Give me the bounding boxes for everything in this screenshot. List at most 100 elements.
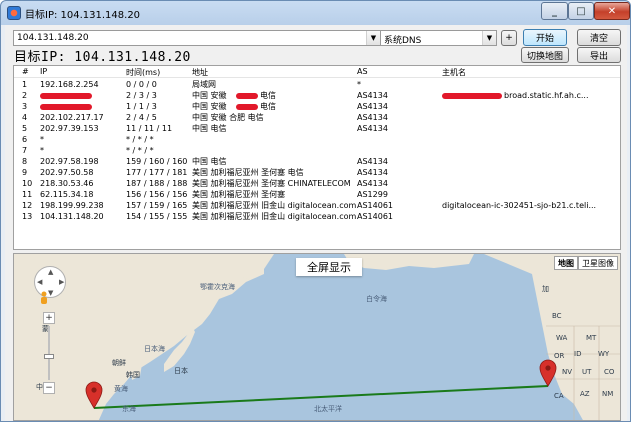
maximize-button[interactable]: □ <box>568 2 594 20</box>
label-nm: NM <box>602 390 614 398</box>
cell-time: 2 / 4 / 5 <box>126 113 157 122</box>
header-time[interactable]: 时间(ms) <box>126 67 160 78</box>
title-bar[interactable]: 目标IP: 104.131.148.20 _ □ ✕ <box>1 1 630 25</box>
cell-ip: 202.102.217.17 <box>40 113 104 122</box>
cell-num: 11 <box>22 190 33 199</box>
dns-select[interactable]: 系统DNS ▼ <box>380 30 497 46</box>
cell-address: 中国 安徽 <box>192 102 227 111</box>
cell-ip: 218.30.53.46 <box>40 179 94 188</box>
map-canvas <box>14 254 620 420</box>
table-header: # IP 时间(ms) 地址 AS 主机名 <box>14 66 620 78</box>
cell-num: 1 <box>22 80 28 89</box>
map-view[interactable]: 鄂霍次克海 白令海 日本海 日本 韩国 朝鲜 中国 黄海 东海 蒙 北太平洋 加… <box>13 253 621 421</box>
table-row[interactable]: 2 2 / 3 / 3 中国 安徽 AS4134 broad.static.hf.ah.… <box>14 90 620 101</box>
cell-ip: 198.199.99.238 <box>40 201 104 210</box>
cell-as: AS4134 <box>357 102 388 111</box>
cell-num: 7 <box>22 146 28 155</box>
chevron-down-icon[interactable]: ▼ <box>366 31 380 45</box>
label-korea: 韩国 <box>126 371 140 379</box>
pegman-icon[interactable] <box>39 291 49 307</box>
cell-address: 美国 加利福尼亚州 旧金山 digitalocean.com <box>192 201 357 210</box>
table-row[interactable]: 10 218.30.53.46 187 / 188 / 188 美国 加利福尼亚州 圣… <box>14 178 620 189</box>
pan-left-icon[interactable]: ◀ <box>37 278 42 286</box>
switch-map-button[interactable]: 切换地图 <box>521 47 569 63</box>
header-num[interactable]: # <box>22 67 29 76</box>
cell-as: AS4134 <box>357 168 388 177</box>
cell-num: 10 <box>22 179 33 188</box>
cell-num: 12 <box>22 201 33 210</box>
trace-table[interactable]: # IP 时间(ms) 地址 AS 主机名 1 192.168.2.254 0 / … <box>13 65 621 250</box>
label-az: AZ <box>580 390 590 398</box>
zoom-out-button[interactable]: − <box>43 382 55 394</box>
table-row[interactable]: 4 202.102.217.17 2 / 4 / 5 中国 安徽 合肥 电信 AS413… <box>14 112 620 123</box>
table-row[interactable]: 13 104.131.148.20 154 / 155 / 155 美国 加利福尼亚州… <box>14 211 620 222</box>
header-address[interactable]: 地址 <box>192 67 208 78</box>
target-ip-label: 目标IP: 104.131.148.20 <box>14 50 191 65</box>
cell-address-suffix: 电信 <box>260 91 276 100</box>
table-row[interactable]: 7 * * / * / * <box>14 145 620 156</box>
cell-as: AS4134 <box>357 91 388 100</box>
header-ip[interactable]: IP <box>40 67 47 76</box>
cell-address: 美国 加利福尼亚州 圣何塞 电信 <box>192 168 304 177</box>
cell-address: 美国 加利福尼亚州 圣何塞 CHINATELECOM <box>192 179 351 188</box>
pan-up-icon[interactable]: ▲ <box>48 268 53 276</box>
redaction-mark <box>236 93 258 99</box>
alaska-land <box>344 254 474 270</box>
redaction-mark <box>236 104 258 110</box>
label-sea-okhotsk: 鄂霍次克海 <box>200 283 235 291</box>
zoom-slider-track[interactable] <box>48 326 50 380</box>
table-row[interactable]: 9 202.97.50.58 177 / 177 / 181 美国 加利福尼亚州 圣何… <box>14 167 620 178</box>
table-row[interactable]: 3 1 / 1 / 3 中国 安徽 AS4134 电信 <box>14 101 620 112</box>
cell-time: 156 / 156 / 156 <box>126 190 188 199</box>
cell-ip: 202.97.39.153 <box>40 124 99 133</box>
pan-right-icon[interactable]: ▶ <box>59 278 64 286</box>
label-or: OR <box>554 352 565 360</box>
map-type-satellite-button[interactable]: 卫星图像 <box>578 256 618 270</box>
map-type-map-button[interactable]: 地图 <box>554 256 578 270</box>
zoom-slider-handle[interactable] <box>44 354 54 359</box>
cell-time: 1 / 1 / 3 <box>126 102 157 111</box>
cell-address: 中国 电信 <box>192 157 227 166</box>
cell-time: * / * / * <box>126 135 154 144</box>
cell-time: 177 / 177 / 181 <box>126 168 188 177</box>
cell-time: 154 / 155 / 155 <box>126 212 188 221</box>
cell-num: 8 <box>22 157 28 166</box>
clear-button[interactable]: 清空 <box>577 29 621 46</box>
table-row[interactable]: 6 * * / * / * <box>14 134 620 145</box>
minimize-button[interactable]: _ <box>541 2 568 20</box>
cell-as: AS14061 <box>357 212 393 221</box>
cell-num: 13 <box>22 212 33 221</box>
header-as[interactable]: AS <box>357 67 368 76</box>
table-row[interactable]: 1 192.168.2.254 0 / 0 / 0 局域网 * <box>14 79 620 90</box>
cell-num: 3 <box>22 102 28 111</box>
cell-ip: 202.97.50.58 <box>40 168 94 177</box>
cell-address: 美国 加利福尼亚州 圣何塞 <box>192 190 286 199</box>
start-button[interactable]: 开始 <box>523 29 567 46</box>
cell-as: AS4134 <box>357 157 388 166</box>
label-nv: NV <box>562 368 573 376</box>
fullscreen-button[interactable]: 全屏显示 <box>296 258 362 276</box>
export-button[interactable]: 导出 <box>577 47 621 63</box>
label-north-pacific: 北太平洋 <box>314 405 342 413</box>
cell-num: 6 <box>22 135 28 144</box>
table-row[interactable]: 5 202.97.39.153 11 / 11 / 11 中国 电信 AS4134 <box>14 123 620 134</box>
cell-num: 5 <box>22 124 28 133</box>
cell-time: 187 / 188 / 188 <box>126 179 188 188</box>
label-north-korea: 朝鲜 <box>112 359 126 367</box>
cell-ip: 192.168.2.254 <box>40 80 99 89</box>
cell-as: AS14061 <box>357 201 393 210</box>
label-yellow-sea: 黄海 <box>114 385 128 393</box>
zoom-in-button[interactable]: + <box>43 312 55 324</box>
redaction-mark <box>40 104 92 110</box>
add-dns-button[interactable]: + <box>501 30 517 46</box>
table-row[interactable]: 12 198.199.99.238 157 / 159 / 165 美国 加利福尼亚州… <box>14 200 620 211</box>
ip-input[interactable]: 104.131.148.20 ▼ <box>13 30 381 46</box>
cell-time: 159 / 160 / 160 <box>126 157 188 166</box>
table-row[interactable]: 8 202.97.58.198 159 / 160 / 160 中国 电信 AS4134 <box>14 156 620 167</box>
header-hostname[interactable]: 主机名 <box>442 67 466 78</box>
table-row[interactable]: 11 62.115.34.18 156 / 156 / 156 美国 加利福尼亚州 圣… <box>14 189 620 200</box>
chevron-down-icon[interactable]: ▼ <box>482 31 496 45</box>
redaction-mark <box>442 93 502 99</box>
ip-input-value: 104.131.148.20 <box>17 33 89 43</box>
close-button[interactable]: ✕ <box>594 2 630 20</box>
